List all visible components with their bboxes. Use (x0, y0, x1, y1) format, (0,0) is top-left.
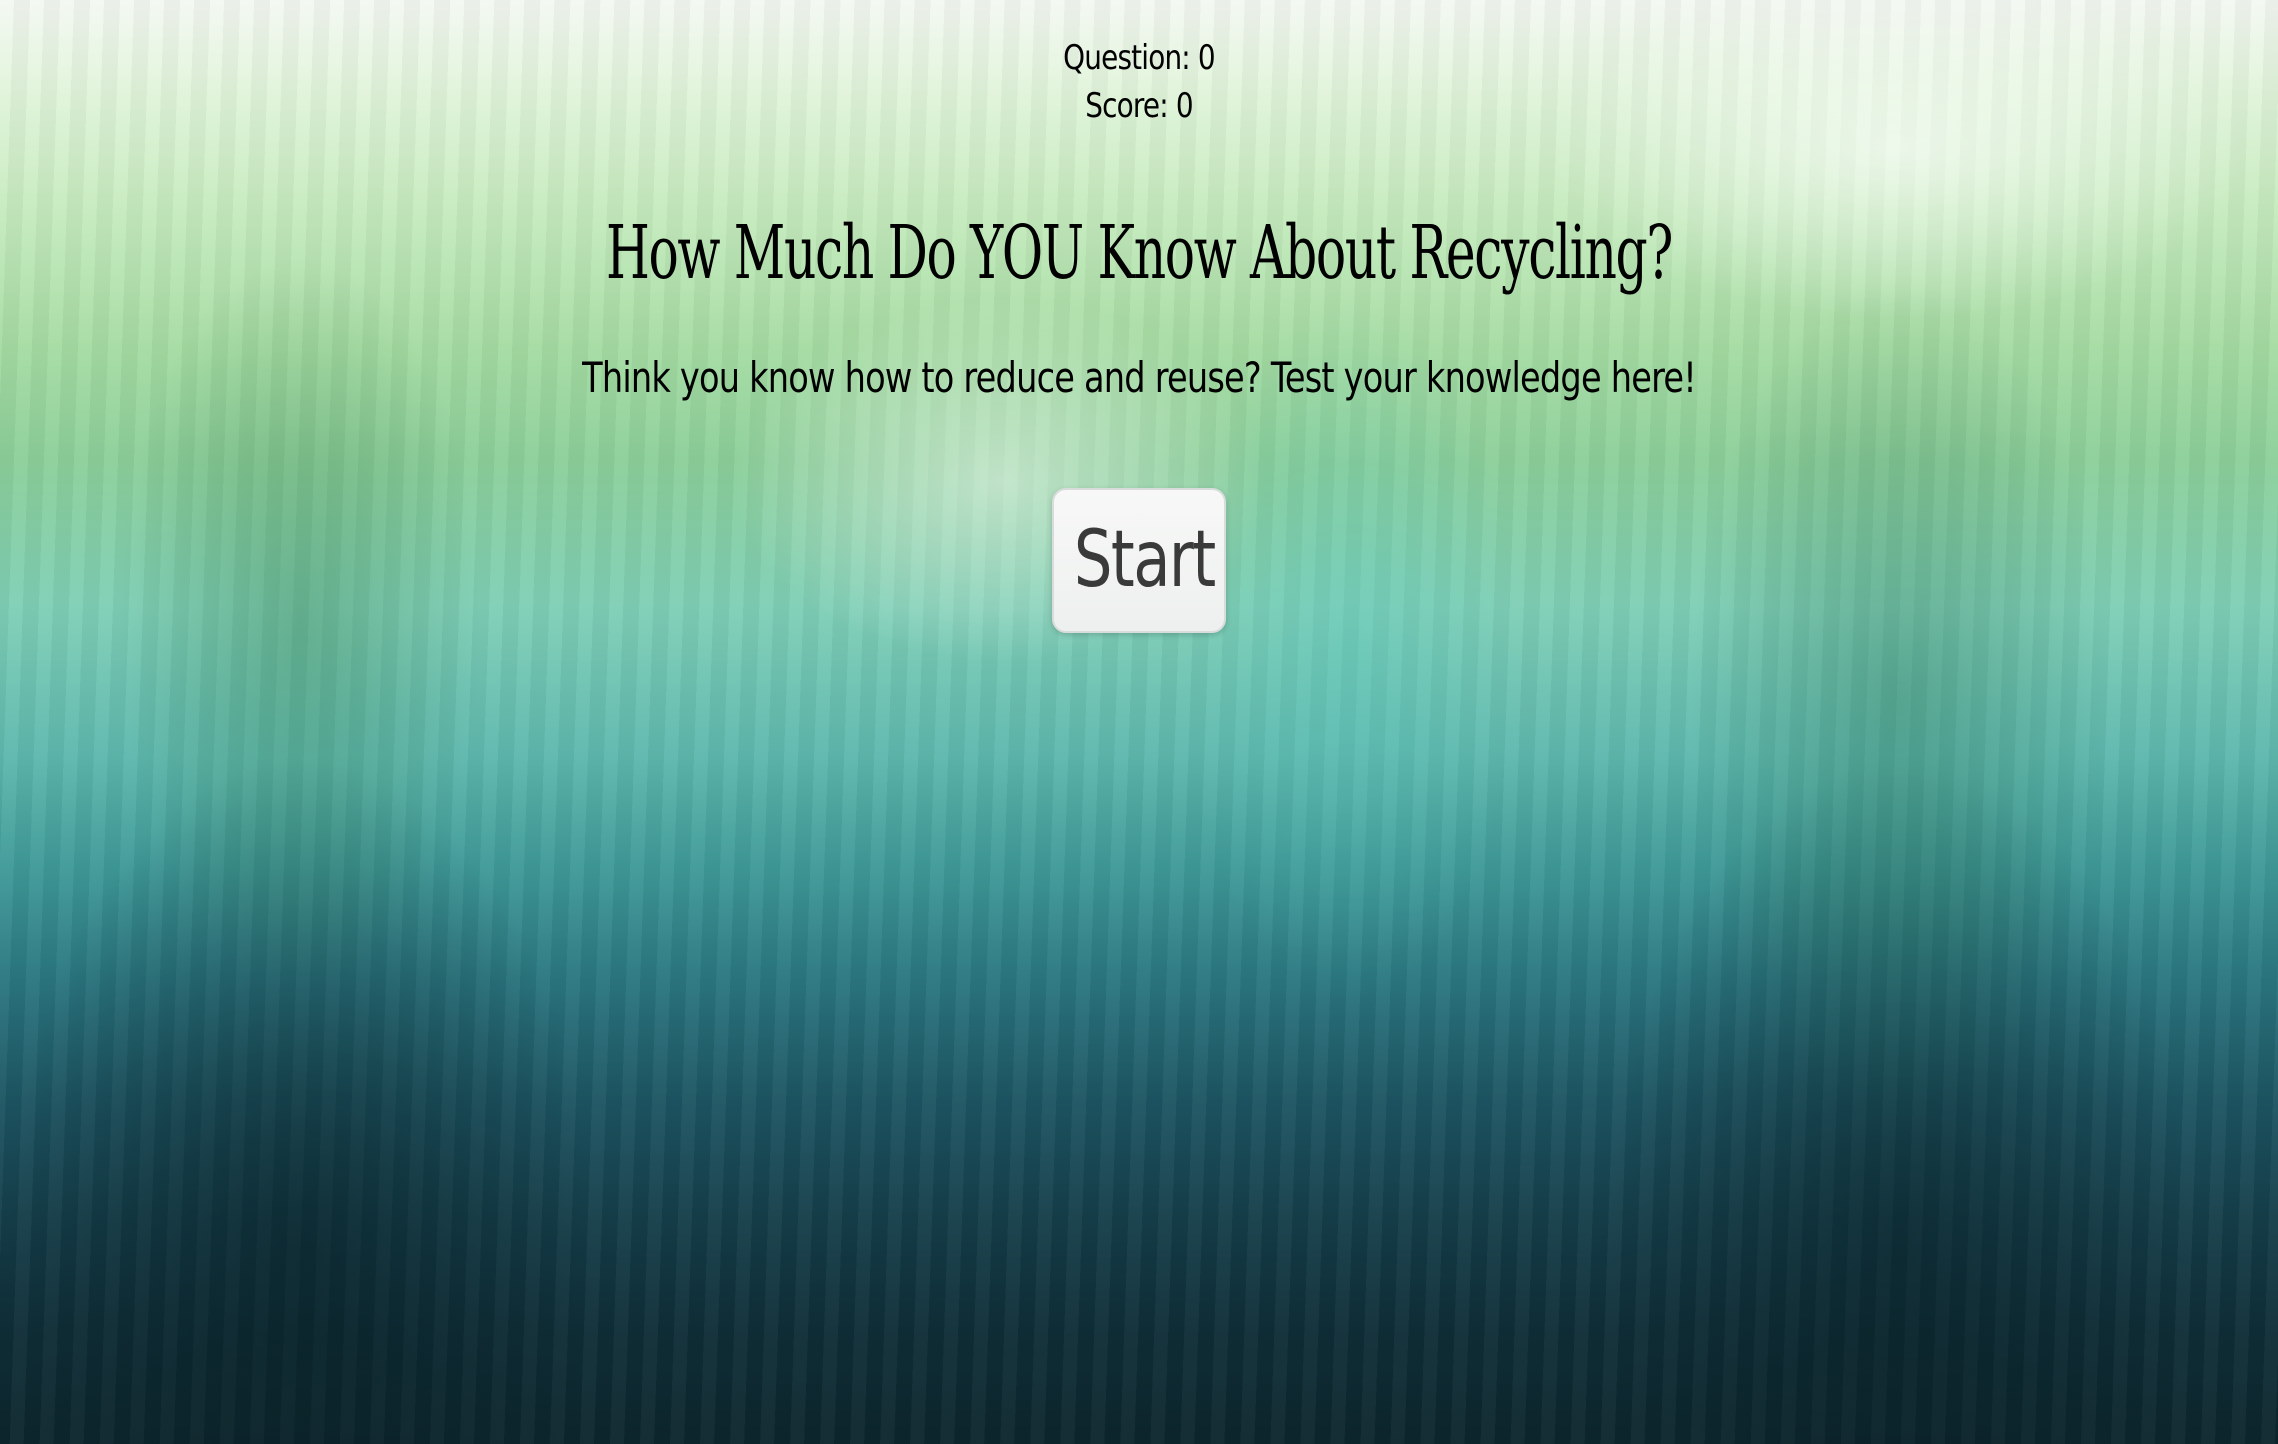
page-title: How Much Do YOU Know About Recycling? (605, 210, 1673, 296)
question-counter: Question: 0 (1063, 38, 1215, 78)
quiz-start-screen: Question: 0 Score: 0 How Much Do YOU Kno… (0, 0, 2278, 633)
start-button[interactable]: Start (1052, 487, 1226, 633)
page-subtitle: Think you know how to reduce and reuse? … (582, 352, 1697, 402)
score-counter: Score: 0 (1085, 86, 1193, 126)
start-button-label: Start (1073, 514, 1216, 605)
